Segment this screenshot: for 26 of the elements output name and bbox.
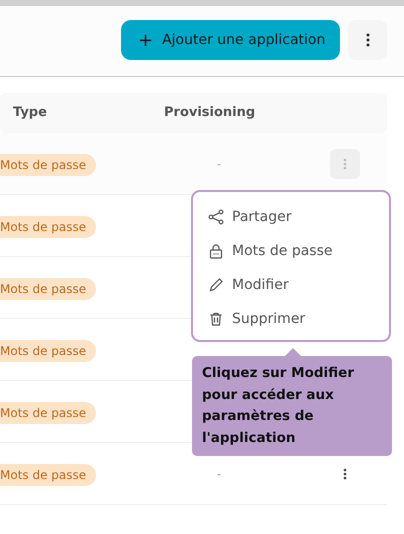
- more-options-icon: [343, 468, 347, 480]
- plus-icon: +: [138, 26, 154, 54]
- add-application-button[interactable]: + Ajouter une application: [121, 20, 340, 60]
- type-badge: Mots de passe: [0, 154, 96, 176]
- type-badge: Mots de passe: [0, 464, 96, 486]
- share-icon: [208, 209, 224, 225]
- trash-icon: [208, 311, 224, 327]
- provisioning-value: -: [216, 156, 222, 170]
- tooltip: Cliquez sur Modifier pour accéder aux paramètres de l'application: [192, 356, 392, 456]
- menu-item[interactable]: Supprimer: [193, 302, 306, 336]
- lock-icon: [208, 243, 224, 259]
- more-options-button[interactable]: [348, 20, 387, 60]
- column-header: Type: [13, 105, 47, 120]
- more-options-icon: [366, 33, 370, 47]
- menu-item[interactable]: Partager: [193, 200, 292, 234]
- type-badge: Mots de passe: [0, 340, 96, 362]
- type-badge: Mots de passe: [0, 216, 96, 238]
- menu-item[interactable]: Mots de passe: [193, 234, 332, 268]
- pencil-icon: [208, 277, 224, 293]
- more-options-icon: [343, 158, 347, 170]
- row-actions-button[interactable]: [330, 148, 360, 178]
- menu-item[interactable]: Modifier: [193, 268, 289, 302]
- column-header: Provisioning: [164, 104, 256, 122]
- type-badge: Mots de passe: [0, 402, 96, 424]
- type-badge: Mots de passe: [0, 278, 96, 300]
- provisioning-value: -: [216, 466, 222, 480]
